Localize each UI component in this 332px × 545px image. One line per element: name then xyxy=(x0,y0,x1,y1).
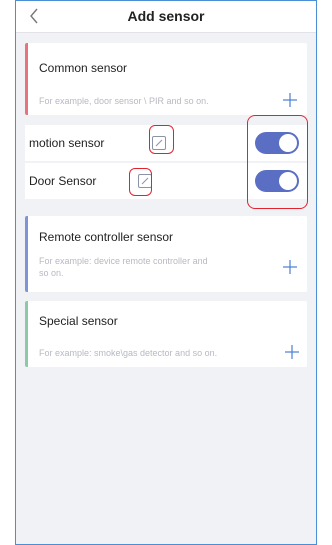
remote-sensor-hint-line2: so on. xyxy=(39,268,64,278)
common-sensor-card: Common sensor For example, door sensor \… xyxy=(25,43,307,115)
plus-icon[interactable] xyxy=(281,91,299,109)
sensor-row-motion: motion sensor xyxy=(25,125,307,161)
sensor-label: motion sensor xyxy=(29,136,105,150)
special-sensor-card: Special sensor For example: smoke\gas de… xyxy=(25,301,307,367)
edit-icon[interactable] xyxy=(138,174,152,188)
remote-sensor-title: Remote controller sensor xyxy=(39,230,174,244)
remote-sensor-hint-line1: For example: device remote controller an… xyxy=(39,256,208,266)
sensor-row-door: Door Sensor xyxy=(25,163,307,199)
door-sensor-toggle[interactable] xyxy=(255,170,299,192)
common-sensor-title: Common sensor xyxy=(39,61,128,75)
plus-icon[interactable] xyxy=(281,258,299,276)
motion-sensor-toggle[interactable] xyxy=(255,132,299,154)
nav-header: Add sensor xyxy=(16,1,316,33)
app-frame: Add sensor Common sensor For example, do… xyxy=(15,0,317,545)
common-sensor-hint: For example, door sensor \ PIR and so on… xyxy=(39,96,209,106)
special-sensor-hint: For example: smoke\gas detector and so o… xyxy=(39,348,218,358)
edit-icon[interactable] xyxy=(152,136,166,150)
plus-icon[interactable] xyxy=(283,343,301,361)
page-title: Add sensor xyxy=(127,8,205,24)
remote-controller-sensor-card: Remote controller sensor For example: de… xyxy=(25,216,307,292)
special-sensor-title: Special sensor xyxy=(39,314,118,328)
sensor-label: Door Sensor xyxy=(29,174,97,188)
